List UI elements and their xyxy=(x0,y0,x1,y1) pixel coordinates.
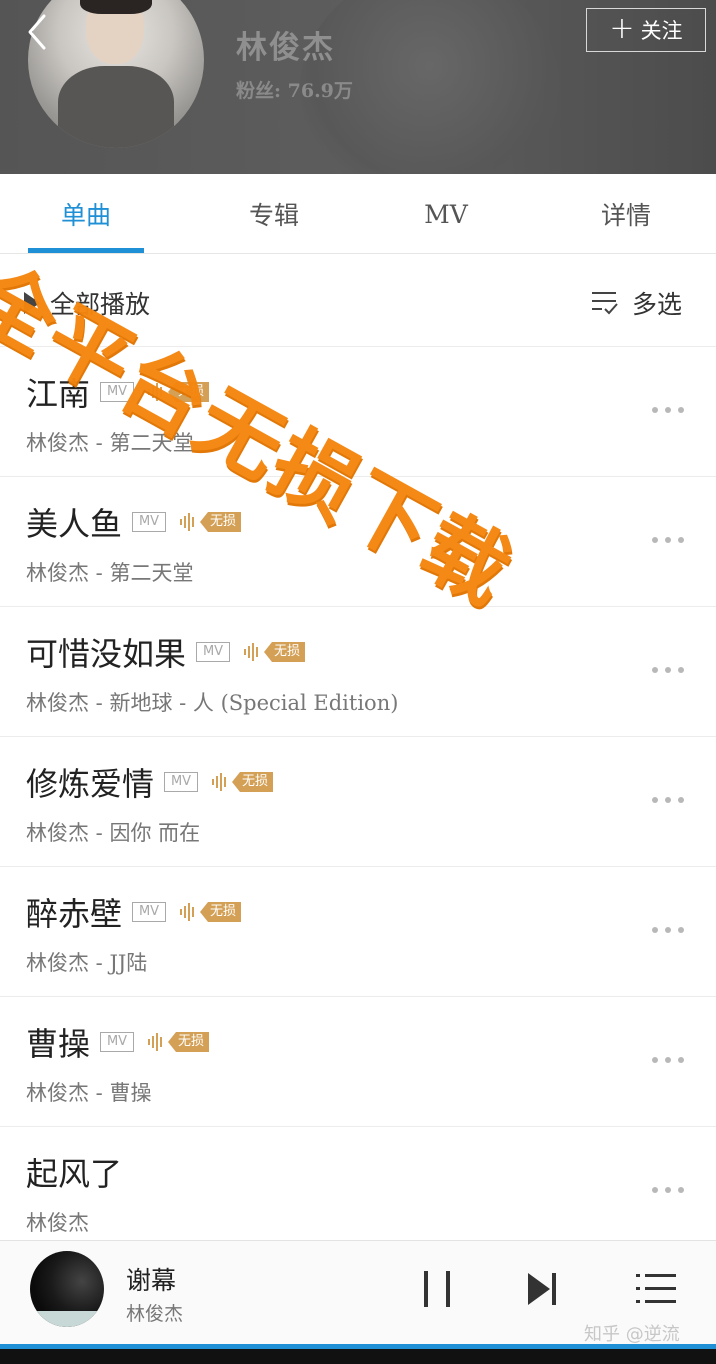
lossless-badge: 无损 xyxy=(146,382,210,402)
lossless-badge: 无损 xyxy=(242,642,306,662)
list-toolbar: 全部播放 多选 xyxy=(0,255,716,347)
song-title-line: 可惜没如果 MV 无损 xyxy=(26,629,306,675)
avatar-hair xyxy=(80,0,152,14)
playlist-icon[interactable] xyxy=(636,1271,676,1307)
song-row[interactable]: 起风了 林俊杰 xyxy=(0,1127,716,1240)
song-title: 曹操 xyxy=(26,1025,91,1063)
more-icon[interactable] xyxy=(652,537,684,545)
song-title: 江南 xyxy=(26,375,91,413)
tab-mv[interactable]: MV xyxy=(388,174,504,254)
system-nav-bar xyxy=(0,1349,716,1364)
soundwave-icon xyxy=(180,513,195,531)
lossless-badge: 无损 xyxy=(178,902,242,922)
follow-button[interactable]: + 关注 xyxy=(586,8,706,52)
follow-label: 关注 xyxy=(640,19,683,43)
song-subtitle: 林俊杰 - JJ陆 xyxy=(26,951,148,975)
lossless-badge: 无损 xyxy=(178,512,242,532)
song-title-line: 修炼爱情 MV 无损 xyxy=(26,759,274,805)
cover-base xyxy=(30,1311,104,1327)
lossless-label: 无损 xyxy=(232,772,274,792)
song-subtitle: 林俊杰 - 第二天堂 xyxy=(26,561,194,585)
next-track-icon[interactable] xyxy=(526,1271,558,1307)
song-title: 醉赤壁 xyxy=(26,895,123,933)
multi-select-icon xyxy=(592,292,618,315)
mv-badge[interactable]: MV xyxy=(100,1032,135,1052)
song-subtitle: 林俊杰 - 第二天堂 xyxy=(26,431,194,455)
soundwave-icon xyxy=(148,383,163,401)
soundwave-icon xyxy=(244,643,259,661)
song-title-line: 醉赤壁 MV 无损 xyxy=(26,889,242,935)
song-row[interactable]: 可惜没如果 MV 无损 林俊杰 - 新地球 - 人 (Special Editi… xyxy=(0,607,716,737)
song-title: 美人鱼 xyxy=(26,505,123,543)
more-icon[interactable] xyxy=(652,797,684,805)
song-title-line: 曹操 MV 无损 xyxy=(26,1019,210,1065)
mv-badge[interactable]: MV xyxy=(132,512,167,532)
tab-bar: 单曲 专辑 MV 详情 xyxy=(0,174,716,254)
now-playing-title: 谢幕 xyxy=(126,1266,177,1295)
tab-details[interactable]: 详情 xyxy=(568,174,684,254)
song-row[interactable]: 修炼爱情 MV 无损 林俊杰 - 因你 而在 xyxy=(0,737,716,867)
mv-badge[interactable]: MV xyxy=(100,382,135,402)
song-title: 可惜没如果 xyxy=(26,635,187,673)
lossless-badge: 无损 xyxy=(210,772,274,792)
song-title-line: 起风了 xyxy=(26,1149,122,1195)
song-row[interactable]: 曹操 MV 无损 林俊杰 - 曹操 xyxy=(0,997,716,1127)
multi-select-label: 多选 xyxy=(632,290,683,319)
pause-icon[interactable] xyxy=(424,1271,450,1307)
song-title: 起风了 xyxy=(26,1155,123,1193)
lossless-badge: 无损 xyxy=(146,1032,210,1052)
more-icon[interactable] xyxy=(652,1187,684,1195)
artist-name: 林俊杰 xyxy=(236,30,335,66)
play-all-label: 全部播放 xyxy=(50,290,151,319)
song-subtitle: 林俊杰 - 新地球 - 人 (Special Edition) xyxy=(26,691,399,715)
mv-badge[interactable]: MV xyxy=(196,642,231,662)
tab-albums[interactable]: 专辑 xyxy=(216,174,332,254)
song-title-line: 江南 MV 无损 xyxy=(26,369,210,415)
more-icon[interactable] xyxy=(652,927,684,935)
fans-count: 粉丝: 76.9万 xyxy=(236,80,353,102)
song-subtitle: 林俊杰 - 因你 而在 xyxy=(26,821,201,845)
multi-select-button[interactable]: 多选 xyxy=(590,285,682,321)
source-credit: 知乎 @逆流 xyxy=(584,1324,680,1345)
lossless-label: 无损 xyxy=(168,382,210,402)
more-icon[interactable] xyxy=(652,1057,684,1065)
artist-header: 林俊杰 粉丝: 76.9万 + 关注 xyxy=(0,0,716,174)
tab-singles[interactable]: 单曲 xyxy=(28,174,144,254)
lossless-label: 无损 xyxy=(200,902,242,922)
play-icon xyxy=(24,292,40,314)
chevron-left-icon[interactable] xyxy=(22,12,56,52)
mv-badge[interactable]: MV xyxy=(164,772,199,792)
lossless-label: 无损 xyxy=(168,1032,210,1052)
more-icon[interactable] xyxy=(652,407,684,415)
play-all-button[interactable]: 全部播放 xyxy=(24,285,150,321)
now-playing-artist: 林俊杰 xyxy=(126,1303,184,1325)
soundwave-icon xyxy=(148,1033,163,1051)
tab-active-indicator xyxy=(28,248,144,253)
mv-badge[interactable]: MV xyxy=(132,902,167,922)
song-row[interactable]: 美人鱼 MV 无损 林俊杰 - 第二天堂 xyxy=(0,477,716,607)
soundwave-icon xyxy=(212,773,227,791)
song-row[interactable]: 醉赤壁 MV 无损 林俊杰 - JJ陆 xyxy=(0,867,716,997)
song-title-line: 美人鱼 MV 无损 xyxy=(26,499,242,545)
song-row[interactable]: 江南 MV 无损 林俊杰 - 第二天堂 xyxy=(0,347,716,477)
plus-icon: + xyxy=(609,10,635,46)
soundwave-icon xyxy=(180,903,195,921)
lossless-label: 无损 xyxy=(200,512,242,532)
song-subtitle: 林俊杰 - 曹操 xyxy=(26,1081,152,1105)
song-subtitle: 林俊杰 xyxy=(26,1211,89,1235)
song-title: 修炼爱情 xyxy=(26,765,155,803)
avatar-shirt xyxy=(58,66,174,148)
lossless-label: 无损 xyxy=(264,642,306,662)
more-icon[interactable] xyxy=(652,667,684,675)
album-cover[interactable] xyxy=(30,1251,104,1327)
